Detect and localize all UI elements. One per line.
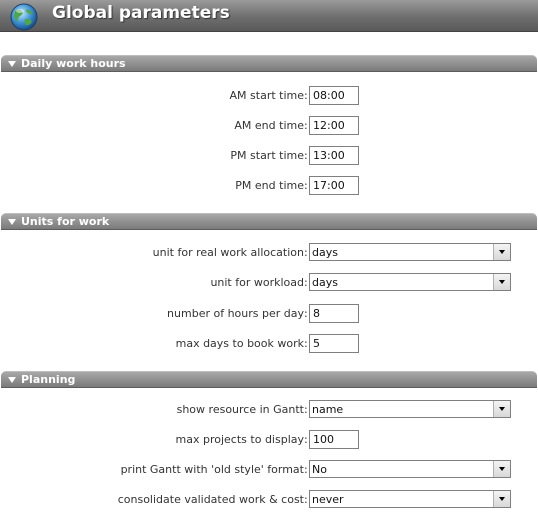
chevron-down-icon xyxy=(499,497,505,501)
chevron-down-icon xyxy=(499,280,505,284)
label-separator: : xyxy=(304,119,308,132)
page-title: Global parameters xyxy=(52,3,230,23)
dropdown-button[interactable] xyxy=(493,401,510,417)
collapse-arrow-icon[interactable] xyxy=(8,219,16,225)
label-separator: : xyxy=(304,179,308,192)
field-label: AM start time xyxy=(229,89,304,102)
section-planning[interactable]: Planning xyxy=(1,371,537,388)
row-real-work-unit: unit for real work allocation : days xyxy=(0,243,538,263)
chevron-down-icon xyxy=(499,467,505,471)
label-separator: : xyxy=(304,246,308,259)
field-label: unit for workload xyxy=(210,276,304,289)
row-max-days-book: max days to book work : xyxy=(0,334,538,354)
field-label: unit for real work allocation xyxy=(152,246,304,259)
am-start-time-input[interactable] xyxy=(309,86,359,105)
field-label: print Gantt with 'old style' format xyxy=(120,463,304,476)
label-separator: : xyxy=(304,493,308,506)
collapse-arrow-icon[interactable] xyxy=(8,377,16,383)
section-title: Daily work hours xyxy=(21,57,126,70)
row-am-start: AM start time : xyxy=(0,86,538,106)
row-print-gantt: print Gantt with 'old style' format : No xyxy=(0,460,538,480)
hours-per-day-input[interactable] xyxy=(309,304,359,323)
dropdown-button[interactable] xyxy=(493,244,510,260)
row-consolidate: consolidate validated work & cost : neve… xyxy=(0,490,538,510)
label-separator: : xyxy=(304,89,308,102)
field-label: number of hours per day xyxy=(167,307,304,320)
print-gantt-select[interactable]: No xyxy=(309,460,511,478)
field-label: show resource in Gantt xyxy=(176,403,304,416)
select-value: No xyxy=(312,463,327,476)
row-pm-end: PM end time : xyxy=(0,176,538,196)
section-title: Units for work xyxy=(21,215,110,228)
label-separator: : xyxy=(304,149,308,162)
section-units-for-work[interactable]: Units for work xyxy=(1,213,537,230)
collapse-arrow-icon[interactable] xyxy=(8,61,16,67)
field-label: PM start time xyxy=(230,149,304,162)
label-separator: : xyxy=(304,307,308,320)
workload-unit-select[interactable]: days xyxy=(309,273,511,291)
show-resource-select[interactable]: name xyxy=(309,400,511,418)
field-label: AM end time xyxy=(234,119,304,132)
row-workload-unit: unit for workload : days xyxy=(0,273,538,293)
select-value: name xyxy=(312,403,344,416)
label-separator: : xyxy=(304,403,308,416)
field-label: PM end time xyxy=(235,179,304,192)
row-am-end: AM end time : xyxy=(0,116,538,136)
row-hours-per-day: number of hours per day : xyxy=(0,304,538,324)
chevron-down-icon xyxy=(499,407,505,411)
max-days-book-input[interactable] xyxy=(309,334,359,353)
label-separator: : xyxy=(304,433,308,446)
consolidate-select[interactable]: never xyxy=(309,490,511,508)
label-separator: : xyxy=(304,463,308,476)
dropdown-button[interactable] xyxy=(493,461,510,477)
label-separator: : xyxy=(304,337,308,350)
section-daily-work-hours[interactable]: Daily work hours xyxy=(1,55,537,72)
globe-icon xyxy=(10,3,38,31)
pm-end-time-input[interactable] xyxy=(309,176,359,195)
row-pm-start: PM start time : xyxy=(0,146,538,166)
field-label: max projects to display xyxy=(175,433,304,446)
dropdown-button[interactable] xyxy=(493,274,510,290)
label-separator: : xyxy=(304,276,308,289)
real-work-unit-select[interactable]: days xyxy=(309,243,511,261)
am-end-time-input[interactable] xyxy=(309,116,359,135)
row-show-resource: show resource in Gantt : name xyxy=(0,400,538,420)
field-label: max days to book work xyxy=(175,337,304,350)
row-max-projects: max projects to display : xyxy=(0,430,538,450)
select-value: days xyxy=(312,246,338,259)
pm-start-time-input[interactable] xyxy=(309,146,359,165)
select-value: days xyxy=(312,276,338,289)
page-header: Global parameters xyxy=(0,0,538,32)
dropdown-button[interactable] xyxy=(493,491,510,507)
section-title: Planning xyxy=(21,373,76,386)
max-projects-input[interactable] xyxy=(309,430,359,449)
select-value: never xyxy=(312,493,344,506)
field-label: consolidate validated work & cost xyxy=(117,493,304,506)
chevron-down-icon xyxy=(499,250,505,254)
